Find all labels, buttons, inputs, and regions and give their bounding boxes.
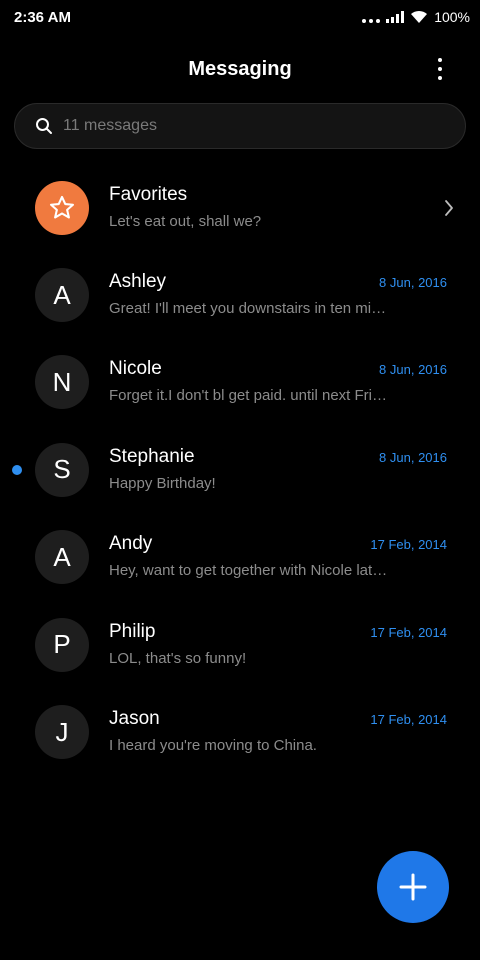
- message-preview: Forget it.I don't bl get paid. until nex…: [109, 387, 389, 405]
- message-date: 17 Feb, 2014: [370, 537, 447, 553]
- new-message-button[interactable]: [377, 851, 449, 923]
- message-date: 17 Feb, 2014: [370, 712, 447, 728]
- status-icons: 100%: [362, 9, 470, 25]
- battery-level: 100%: [434, 9, 470, 25]
- status-bar: 2:36 AM 100%: [0, 0, 480, 34]
- app-header: Messaging: [0, 48, 480, 90]
- chevron-right-icon: [445, 199, 453, 216]
- search-bar[interactable]: [14, 103, 466, 149]
- avatar: A: [35, 530, 89, 585]
- more-vert-icon: [438, 58, 442, 62]
- signal-icon: [386, 11, 405, 23]
- message-date: 8 Jun, 2016: [379, 275, 447, 291]
- row-text: Favorites Let's eat out, shall we?: [109, 183, 439, 233]
- avatar: [35, 180, 89, 235]
- message-preview: Great! I'll meet you downstairs in ten m…: [109, 300, 389, 318]
- avatar: N: [35, 355, 89, 410]
- conversation-row[interactable]: N Nicole Forget it.I don't bl get paid. …: [0, 339, 480, 426]
- message-preview: Let's eat out, shall we?: [109, 212, 262, 230]
- star-icon: [49, 195, 75, 219]
- message-preview: I heard you're moving to China.: [109, 737, 317, 755]
- page-title: Messaging: [188, 57, 292, 80]
- avatar: S: [35, 442, 89, 497]
- conversation-row[interactable]: A Ashley Great! I'll meet you downstairs…: [0, 251, 480, 338]
- unread-indicator: [12, 464, 22, 475]
- conversation-row[interactable]: S Stephanie Happy Birthday! 8 Jun, 2016: [0, 426, 480, 513]
- messaging-screen: 2:36 AM 100% Messaging 11 messages Favor…: [0, 0, 480, 960]
- contact-name: Favorites: [109, 183, 188, 205]
- plus-icon: [399, 873, 427, 901]
- search-input[interactable]: [61, 116, 425, 136]
- message-date: 8 Jun, 2016: [379, 362, 447, 378]
- message-preview: Hey, want to get together with Nicole la…: [109, 562, 389, 580]
- avatar: A: [35, 268, 89, 323]
- wifi-icon: [411, 10, 428, 23]
- conversation-row[interactable]: J Jason I heard you're moving to China. …: [0, 688, 480, 775]
- conversation-row[interactable]: P Philip LOL, that's so funny! 17 Feb, 2…: [0, 601, 480, 688]
- message-date: 8 Jun, 2016: [379, 449, 447, 465]
- favorites-row[interactable]: Favorites Let's eat out, shall we?: [0, 164, 480, 251]
- search-icon: [36, 118, 52, 134]
- message-preview: Happy Birthday!: [109, 474, 216, 492]
- more-options-button[interactable]: [428, 56, 452, 82]
- status-time: 2:36 AM: [14, 8, 71, 26]
- avatar: P: [35, 617, 89, 672]
- avatar: J: [35, 705, 89, 760]
- conversation-row[interactable]: A Andy Hey, want to get together with Ni…: [0, 514, 480, 601]
- conversation-list: Favorites Let's eat out, shall we? A Ash…: [0, 164, 480, 776]
- message-preview: LOL, that's so funny!: [109, 649, 247, 667]
- notification-dots-icon: [362, 11, 381, 23]
- message-date: 17 Feb, 2014: [370, 624, 447, 640]
